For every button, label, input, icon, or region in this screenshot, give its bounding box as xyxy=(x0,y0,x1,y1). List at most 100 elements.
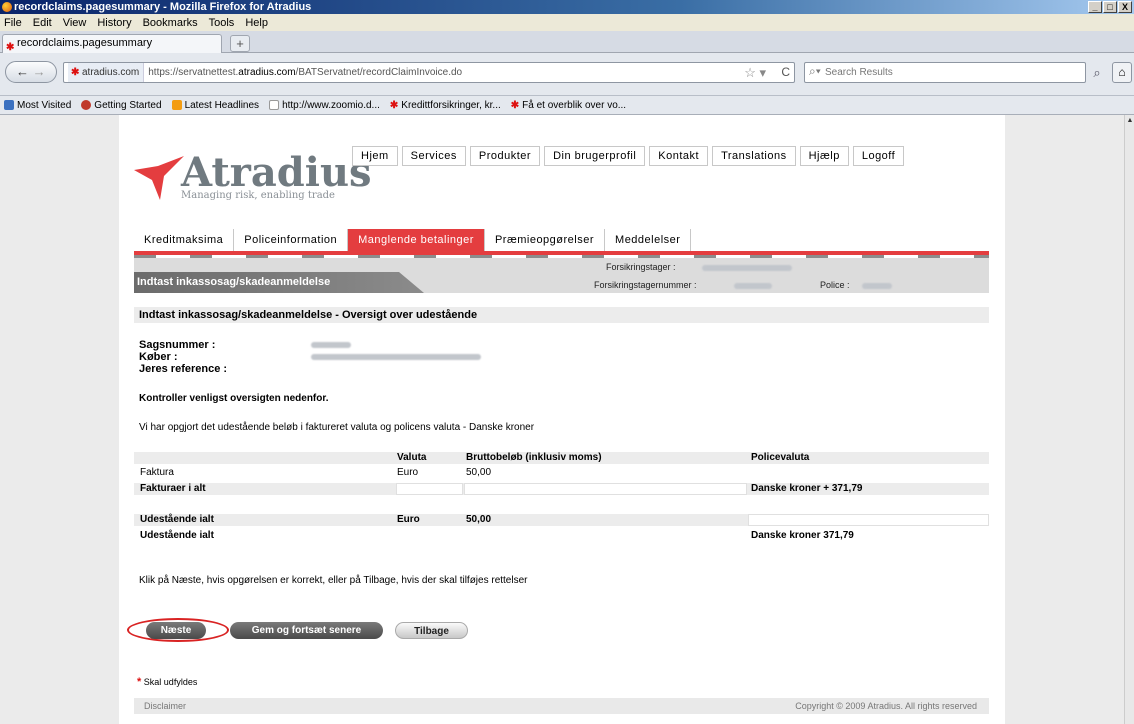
atradius-page: Atradius Managing risk, enabling trade H… xyxy=(119,115,1005,724)
tab-praemieopgoerelser[interactable]: Præmieopgørelser xyxy=(484,229,606,251)
menu-history[interactable]: History xyxy=(97,17,131,29)
redacted-police xyxy=(862,283,892,289)
bookmark-label: Getting Started xyxy=(94,99,162,111)
reload-icon[interactable]: C xyxy=(781,63,790,82)
row-police: Danske kroner + 371,79 xyxy=(751,483,863,494)
bookmark-label: Most Visited xyxy=(17,99,72,111)
bookmark-getting-started[interactable]: Getting Started xyxy=(81,99,162,111)
window-title: recordclaims.pagesummary - Mozilla Firef… xyxy=(14,1,312,13)
nav-din-brugerprofil[interactable]: Din brugerprofil xyxy=(544,146,646,166)
search-engine-icon[interactable]: ⌕▾ xyxy=(809,62,821,81)
table-row: Udestående ialt Danske kroner 371,79 xyxy=(134,530,989,542)
header-brutto: Bruttobeløb (inklusiv moms) xyxy=(466,452,602,463)
menu-file[interactable]: File xyxy=(4,17,22,29)
reference-label: Jeres reference : xyxy=(139,363,228,375)
menu-bar: File Edit View History Bookmarks Tools H… xyxy=(0,14,1134,31)
policy-info-band: Indtast inkassosag/skadeanmeldelse Forsi… xyxy=(134,258,989,293)
required-asterisk-icon: * xyxy=(137,676,142,688)
tab-manglende-betalinger[interactable]: Manglende betalinger xyxy=(348,229,485,251)
firefox-bookmark-icon xyxy=(81,100,92,110)
back-button[interactable]: Tilbage xyxy=(395,622,468,639)
window-titlebar: recordclaims.pagesummary - Mozilla Firef… xyxy=(0,0,1134,14)
new-tab-button[interactable]: + xyxy=(230,35,250,52)
tab-policeinformation[interactable]: Policeinformation xyxy=(234,229,349,251)
close-button[interactable]: X xyxy=(1118,1,1132,13)
home-icon[interactable]: ⌂ xyxy=(1112,62,1132,83)
vertical-scrollbar[interactable]: ▲ xyxy=(1124,115,1134,724)
forward-arrow-icon[interactable]: → xyxy=(33,64,46,79)
firefox-icon xyxy=(2,2,12,12)
nav-services[interactable]: Services xyxy=(401,146,466,166)
nav-hjaelp[interactable]: Hjælp xyxy=(799,146,849,166)
bookmark-overblik[interactable]: ✱ Få et overblik over vo... xyxy=(511,100,626,111)
bookmark-latest-headlines[interactable]: Latest Headlines xyxy=(171,100,259,111)
nav-kontakt[interactable]: Kontakt xyxy=(649,146,709,166)
section-header: Indtast inkassosag/skadeanmeldelse - Ove… xyxy=(134,307,989,323)
bookmark-label: Kredittforsikringer, kr... xyxy=(401,99,501,111)
scroll-up-icon[interactable]: ▲ xyxy=(1125,115,1134,127)
disclaimer-link[interactable]: Disclaimer xyxy=(144,698,186,714)
row-valuta: Euro xyxy=(397,467,419,478)
copyright-text: Copyright © 2009 Atradius. All rights re… xyxy=(795,701,977,711)
row-amount: 50,00 xyxy=(466,467,492,478)
row-label: Fakturaer i alt xyxy=(140,483,206,494)
sagsnummer-label: Sagsnummer : xyxy=(139,339,216,351)
url-path: /BATServatnet/recordClaimInvoice.do xyxy=(295,67,463,78)
tab-bar: ✱ recordclaims.pagesummary + xyxy=(0,31,1134,53)
save-continue-later-button[interactable]: Gem og fortsæt senere xyxy=(230,622,383,639)
check-instruction: Kontroller venligst oversigten nedenfor. xyxy=(139,393,329,404)
redacted-sagsnummer xyxy=(311,342,351,348)
atradius-site-icon: ✱ xyxy=(71,67,80,78)
required-note: * Skal udfyldes xyxy=(137,676,197,688)
search-bar[interactable]: ⌕▾ Search Results xyxy=(804,62,1086,83)
navigation-bar: ← → ✱ atradius.com https://servatnettest.a… xyxy=(0,53,1134,96)
redacted-forsikringstagernummer xyxy=(734,283,772,289)
forsikringstager-label: Forsikringstager : xyxy=(606,262,676,272)
logo-tagline: Managing risk, enabling trade xyxy=(181,190,335,201)
row-label: Udestående ialt xyxy=(140,514,214,525)
row-police: Danske kroner 371,79 xyxy=(751,530,854,541)
required-note-text: Skal udfyldes xyxy=(143,677,198,687)
back-arrow-icon[interactable]: ← xyxy=(16,64,29,79)
tab-kreditmaksima[interactable]: Kreditmaksima xyxy=(134,229,235,251)
bookmark-zoomio[interactable]: http://www.zoomio.d... xyxy=(269,100,380,111)
bookmark-star-icon[interactable]: ☆ ▾ xyxy=(744,63,766,82)
menu-view[interactable]: View xyxy=(63,17,87,29)
row-label: Faktura xyxy=(140,467,174,478)
bookmark-kredittforsikringer[interactable]: ✱ Kredittforsikringer, kr... xyxy=(390,100,501,111)
nav-hjem[interactable]: Hjem xyxy=(352,146,398,166)
bookmark-most-visited[interactable]: Most Visited xyxy=(4,100,71,111)
menu-bookmarks[interactable]: Bookmarks xyxy=(143,17,198,29)
nav-translations[interactable]: Translations xyxy=(712,146,796,166)
koeber-label: Køber : xyxy=(139,351,178,363)
back-forward-button[interactable]: ← → xyxy=(5,61,57,83)
search-go-icon[interactable]: ⌕ xyxy=(1088,62,1106,83)
atradius-bookmark-icon: ✱ xyxy=(389,99,399,111)
table-row: Udestående ialt Euro 50,00 xyxy=(134,514,989,526)
bookmark-label: http://www.zoomio.d... xyxy=(282,99,380,111)
search-placeholder: Search Results xyxy=(825,67,893,78)
rss-icon xyxy=(171,100,182,110)
next-button[interactable]: Næste xyxy=(146,622,206,639)
empty-cell xyxy=(748,514,989,526)
minimize-button[interactable]: _ xyxy=(1088,1,1102,13)
tab-label: recordclaims.pagesummary xyxy=(17,37,153,49)
menu-tools[interactable]: Tools xyxy=(209,17,235,29)
nav-logoff[interactable]: Logoff xyxy=(852,146,905,166)
maximize-button[interactable]: □ xyxy=(1103,1,1117,13)
empty-cell xyxy=(396,483,463,495)
url-prefix: https://servatnettest. xyxy=(148,67,239,78)
site-identity-button[interactable]: ✱ atradius.com xyxy=(68,63,145,82)
url-bar[interactable]: ✱ atradius.com https://servatnettest.atrad… xyxy=(63,62,795,83)
empty-cell xyxy=(464,483,747,495)
tab-recordclaims[interactable]: ✱ recordclaims.pagesummary xyxy=(2,34,222,53)
menu-edit[interactable]: Edit xyxy=(33,17,52,29)
nav-produkter[interactable]: Produkter xyxy=(469,146,541,166)
tab-meddelelser[interactable]: Meddelelser xyxy=(605,229,692,251)
table-row: Fakturaer i alt Danske kroner + 371,79 xyxy=(134,483,989,495)
police-label: Police : xyxy=(820,280,850,290)
page-footer: Disclaimer Copyright © 2009 Atradius. Al… xyxy=(134,698,989,714)
window-controls: _ □ X xyxy=(1088,1,1132,13)
menu-help[interactable]: Help xyxy=(245,17,268,29)
header-policevaluta: Policevaluta xyxy=(751,452,810,463)
